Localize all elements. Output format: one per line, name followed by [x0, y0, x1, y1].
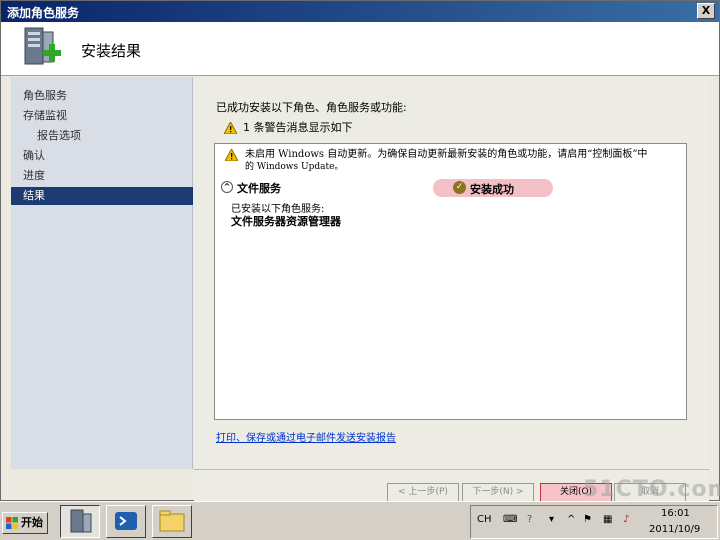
window-title: 添加角色服务 [7, 6, 80, 20]
next-button[interactable]: 下一步(N) > [462, 483, 534, 502]
network-icon[interactable]: ▦ [603, 514, 612, 525]
taskbar-server-manager[interactable] [60, 505, 100, 538]
volume-icon[interactable]: ♪ [623, 514, 629, 525]
keyboard-icon[interactable]: ⌨ [503, 514, 517, 525]
taskbar-powershell[interactable] [106, 505, 146, 538]
watermark: 51CTO.com [583, 477, 720, 502]
language-indicator[interactable]: CH [477, 514, 492, 525]
flag-icon[interactable]: ⚑ [583, 514, 592, 525]
folder-icon [159, 510, 185, 532]
wizard-sidebar: 角色服务 存储监视 报告选项 确认 进度 结果 [11, 77, 193, 469]
taskbar-explorer[interactable] [152, 505, 192, 538]
nav-item-storage-monitoring[interactable]: 存储监视 [11, 107, 193, 125]
start-button[interactable]: 开始 [2, 512, 48, 534]
clock-date[interactable]: 2011/10/9 [649, 524, 700, 535]
warning-summary: 1 条警告消息显示如下 [224, 119, 353, 135]
page-title: 安装结果 [81, 42, 142, 60]
title-bar[interactable]: 添加角色服务 X [1, 1, 719, 22]
add-role-services-window: 添加角色服务 X 安装结果 角色服务 存储监视 报告选项 确认 进度 结果 已成… [0, 0, 720, 502]
system-tray: CH ⌨ ? ▾ ^ ⚑ ▦ ♪ 16:01 2011/10/9 [470, 505, 718, 539]
nav-item-progress[interactable]: 进度 [11, 167, 193, 185]
installed-item: 文件服务器资源管理器 [231, 215, 341, 228]
report-link[interactable]: 打印、保存或通过电子邮件发送安装报告 [216, 429, 396, 444]
status-badge: ✓ 安装成功 [433, 179, 553, 197]
main-content: 已成功安装以下角色、角色服务或功能: 1 条警告消息显示如下 未启用 Windo… [194, 77, 709, 469]
tray-options-icon[interactable]: ▾ [549, 514, 554, 525]
status-text: 安装成功 [470, 183, 514, 196]
close-window-button[interactable]: X [697, 3, 715, 19]
results-panel: 未启用 Windows 自动更新。为确保自动更新最新安装的角色或功能，请启用“控… [214, 143, 687, 420]
update-warning-line1: 未启用 Windows 自动更新。为确保自动更新最新安装的角色或功能，请启用“控… [245, 149, 648, 160]
powershell-icon [115, 512, 137, 530]
intro-text: 已成功安装以下角色、角色服务或功能: [216, 101, 407, 114]
show-hidden-icon[interactable]: ^ [567, 514, 575, 525]
file-services-section: ^ 文件服务 ✓ 安装成功 [219, 179, 684, 197]
warning-icon [225, 149, 238, 161]
windows-logo-icon [6, 517, 18, 529]
nav-item-role-services[interactable]: 角色服务 [11, 87, 193, 105]
warning-icon [224, 122, 237, 134]
update-warning-line2: 的 Windows Update。 [245, 162, 344, 172]
help-icon[interactable]: ? [527, 514, 532, 525]
update-warning: 未启用 Windows 自动更新。为确保自动更新最新安装的角色或功能，请启用“控… [225, 149, 685, 173]
previous-button[interactable]: < 上一步(P) [387, 483, 459, 502]
section-title: 文件服务 [237, 182, 281, 195]
start-label: 开始 [21, 516, 43, 529]
check-icon: ✓ [453, 181, 466, 194]
server-manager-icon [70, 509, 92, 533]
wizard-header: 安装结果 [1, 22, 719, 76]
server-add-icon [24, 27, 61, 65]
taskbar: 开始 CH ⌨ ? ▾ ^ ⚑ ▦ ♪ 16:01 2011/10/9 [0, 501, 720, 540]
collapse-icon[interactable]: ^ [221, 181, 233, 193]
nav-item-report-options[interactable]: 报告选项 [11, 127, 193, 145]
warning-summary-text: 1 条警告消息显示如下 [243, 121, 353, 134]
nav-item-confirm[interactable]: 确认 [11, 147, 193, 165]
clock-time[interactable]: 16:01 [661, 508, 690, 519]
nav-item-results[interactable]: 结果 [11, 187, 193, 205]
